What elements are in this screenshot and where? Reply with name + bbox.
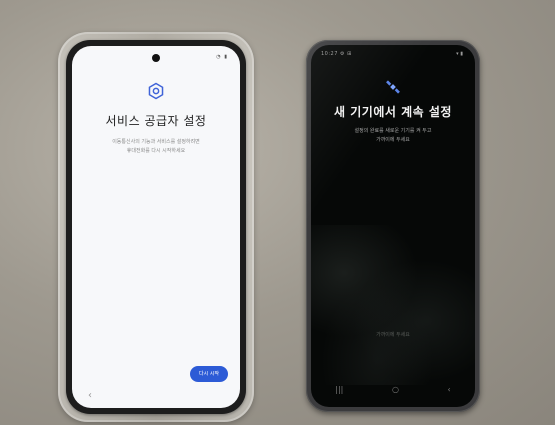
right-phone-screen: 10:27 ⚙ ⊞ ▾ ▮ 새 기기에서 계속 설정 설정의 완료를 새로운 기… <box>311 45 475 407</box>
right-phone: 10:27 ⚙ ⊞ ▾ ▮ 새 기기에서 계속 설정 설정의 완료를 새로운 기… <box>306 40 480 412</box>
continue-description-line1: 설정의 완료를 새로운 기기를 켜 두고 <box>354 128 432 134</box>
gear-icon <box>147 82 165 100</box>
setup-title: 서비스 공급자 설정 <box>105 114 207 128</box>
lower-faint-text: 가까이에 두세요 <box>376 332 410 338</box>
recent-apps-icon[interactable]: ||| <box>335 385 343 394</box>
navigation-bar: ||| ○ ‹ <box>311 385 475 394</box>
setup-description: 이동통신사의 기능과 서비스를 설정하려면 휴대전화를 다시 시작하세요 <box>82 138 230 156</box>
photo-scene: ◔ ▮ 서비스 공급자 설정 이동통신사의 기능과 서비스를 설정하려면 휴대전… <box>0 0 555 425</box>
left-phone-screen: ◔ ▮ 서비스 공급자 설정 이동통신사의 기능과 서비스를 설정하려면 휴대전… <box>72 46 240 408</box>
continue-description: 설정의 완료를 새로운 기기를 켜 두고 가까이에 두세요 <box>325 127 461 145</box>
setup-description-line2: 휴대전화를 다시 시작하세요 <box>126 148 186 154</box>
back-icon[interactable]: ‹ <box>88 390 92 401</box>
satellite-icon <box>385 79 401 95</box>
right-status-time: 10:27 ⚙ ⊞ <box>321 51 352 57</box>
screen-reflection <box>311 225 475 385</box>
left-status-icons: ◔ ▮ <box>216 54 228 60</box>
continue-title: 새 기기에서 계속 설정 <box>334 105 452 119</box>
restart-button[interactable]: 다시 시작 <box>190 366 228 382</box>
front-camera <box>152 54 160 62</box>
setup-description-line1: 이동통신사의 기능과 서비스를 설정하려면 <box>112 139 200 145</box>
continue-description-line2: 가까이에 두세요 <box>376 137 410 143</box>
home-icon[interactable]: ○ <box>392 385 399 394</box>
back-icon[interactable]: ‹ <box>447 385 450 394</box>
right-status-icons: ▾ ▮ <box>456 51 463 57</box>
left-phone: ◔ ▮ 서비스 공급자 설정 이동통신사의 기능과 서비스를 설정하려면 휴대전… <box>66 40 246 414</box>
